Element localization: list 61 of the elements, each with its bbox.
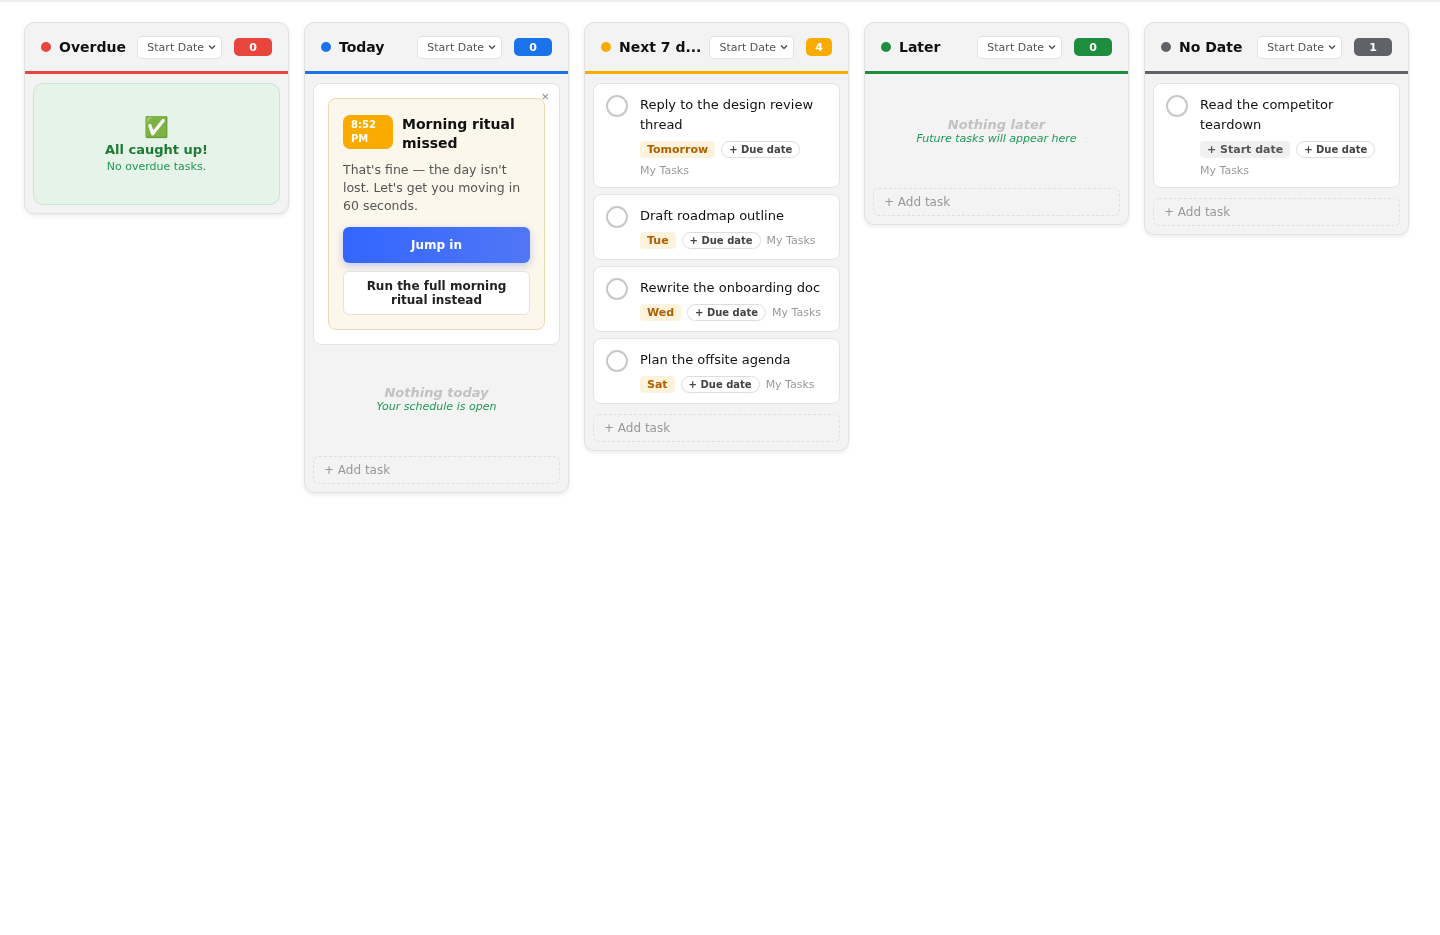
sort-dropdown[interactable]: Start Date	[417, 35, 502, 59]
add-due-date-button[interactable]: + Due date	[687, 304, 767, 321]
start-date-tag: Tue	[640, 232, 676, 249]
jump-in-button[interactable]: Jump in	[343, 227, 530, 263]
column-title: Overdue	[59, 39, 127, 55]
sort-dropdown[interactable]: Start Date	[709, 35, 795, 59]
task-checkbox[interactable]	[606, 95, 628, 117]
list-name: My Tasks	[772, 306, 822, 319]
task-title: Reply to the design review thread	[640, 96, 815, 134]
empty-state-text: Future tasks will appear here	[916, 131, 1077, 145]
column-title: Later	[899, 39, 942, 55]
list-name: My Tasks	[1200, 164, 1249, 177]
task-title: Rewrite the onboarding doc	[640, 279, 822, 297]
empty-state-text: Your schedule is open	[376, 399, 497, 413]
add-due-date-button[interactable]: + Due date	[721, 141, 801, 158]
add-due-date-button[interactable]: + Due date	[680, 376, 760, 393]
list-name: My Tasks	[765, 378, 815, 391]
task-count: 1	[1354, 38, 1392, 56]
sort-dropdown[interactable]: Start Date	[137, 35, 222, 59]
task-count: 0	[514, 38, 552, 56]
chevron-down-icon	[207, 42, 217, 52]
chevron-down-icon	[1047, 42, 1057, 52]
task-checkbox[interactable]	[606, 278, 628, 300]
task-card[interactable]: Plan the offsite agenda Sat + Due date My Tasks	[593, 338, 840, 404]
close-button[interactable]: ×	[541, 90, 549, 103]
list-name: My Tasks	[766, 234, 816, 247]
start-date-tag: Wed	[640, 304, 682, 321]
task-count: 0	[234, 38, 272, 56]
chevron-down-icon	[779, 42, 790, 52]
task-title: Draft roadmap outline	[640, 207, 785, 225]
task-title: Plan the offsite agenda	[640, 351, 792, 369]
column-title: Next 7 d...	[619, 39, 702, 55]
chevron-down-icon	[487, 42, 497, 52]
empty-state-title: All caught up!	[105, 142, 208, 157]
task-card[interactable]: Draft roadmap outline Tue + Due date My Tasks	[593, 194, 840, 260]
sort-dropdown[interactable]: Start Date	[977, 35, 1062, 59]
chevron-down-icon	[1327, 42, 1337, 52]
task-count: 0	[1074, 38, 1112, 56]
task-card[interactable]: Reply to the design review thread Tomorrow + Due date My Tasks	[593, 83, 840, 188]
task-checkbox[interactable]	[606, 206, 628, 228]
sort-dropdown[interactable]: Start Date	[1257, 35, 1342, 59]
task-card[interactable]: Read the competitor teardown + Start date + Due date My Tasks	[1153, 83, 1400, 188]
add-due-date-button[interactable]: + Due date	[681, 232, 761, 249]
check-mark-icon: ✅	[144, 115, 169, 139]
start-date-tag: Sat	[640, 376, 675, 393]
time-tag: 8:52 PM	[343, 115, 393, 149]
add-due-date-button[interactable]: + Due date	[1296, 141, 1376, 158]
nudge-title: Morning ritual missed	[402, 115, 516, 153]
task-title: Read the competitor teardown	[1200, 96, 1335, 134]
task-checkbox[interactable]	[606, 350, 628, 372]
add-start-date-button[interactable]: + Start date	[1200, 141, 1291, 158]
task-checkbox[interactable]	[1166, 95, 1188, 117]
nudge-message: That's fine — the day isn't lost. Let's get you moving in 60 seconds.	[343, 161, 522, 215]
empty-state-text: No overdue tasks.	[106, 160, 207, 173]
column-title: Today	[339, 39, 386, 55]
task-card[interactable]: Rewrite the onboarding doc Wed + Due date My Tasks	[593, 266, 840, 332]
task-count: 4	[806, 38, 832, 56]
list-name: My Tasks	[640, 164, 689, 177]
column-title: No Date	[1179, 39, 1244, 55]
full-ritual-button[interactable]: Run the full morning ritual instead	[343, 271, 530, 315]
start-date-tag: Tomorrow	[640, 141, 716, 158]
